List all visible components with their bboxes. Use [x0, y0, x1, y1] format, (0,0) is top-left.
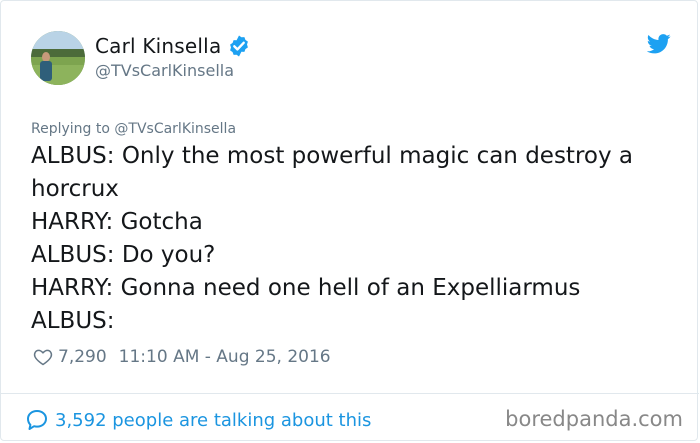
replying-to: Replying to @TVsCarlKinsella [31, 121, 236, 137]
tweet-line: HARRY: Gotcha [31, 209, 203, 235]
avatar[interactable] [31, 31, 85, 85]
tweet-header: Carl Kinsella @TVsCarlKinsella [31, 31, 671, 87]
author-handle[interactable]: @TVsCarlKinsella [95, 61, 251, 80]
reply-mention-link[interactable]: @TVsCarlKinsella [114, 121, 236, 137]
author-name[interactable]: Carl Kinsella [95, 34, 221, 58]
author-block: Carl Kinsella @TVsCarlKinsella [95, 33, 251, 80]
tweet-meta: 7,290 11:10 AM - Aug 25, 2016 [33, 344, 331, 370]
avatar-image [31, 31, 85, 85]
tweet-text: ALBUS: Only the most powerful magic can … [31, 140, 681, 338]
reply-prefix: Replying to [31, 121, 115, 137]
like-count[interactable]: 7,290 [58, 347, 107, 367]
talking-count-link[interactable]: 3,592 people are talking about this [55, 410, 371, 431]
heart-outline-icon[interactable] [33, 347, 53, 367]
tweet-timestamp[interactable]: 11:10 AM - Aug 25, 2016 [119, 347, 331, 367]
tweet-line: ALBUS: Only the most powerful magic can … [31, 143, 633, 169]
tweet-line: ALBUS: Do you? [31, 242, 216, 268]
verified-badge-icon [230, 35, 249, 57]
footer-divider [1, 393, 699, 394]
speech-bubble-icon [27, 410, 47, 430]
conversation-link[interactable]: 3,592 people are talking about this [25, 405, 371, 435]
watermark: boredpanda.com [505, 407, 683, 431]
name-row: Carl Kinsella [95, 33, 251, 59]
tweet-line: ALBUS: [31, 308, 115, 334]
tweet-card: Carl Kinsella @TVsCarlKinsella Replying … [0, 0, 699, 441]
tweet-line: HARRY: Gonna need one hell of an Expelli… [31, 275, 581, 301]
tweet-line: horcrux [31, 176, 119, 202]
twitter-bird-icon[interactable] [647, 33, 671, 55]
